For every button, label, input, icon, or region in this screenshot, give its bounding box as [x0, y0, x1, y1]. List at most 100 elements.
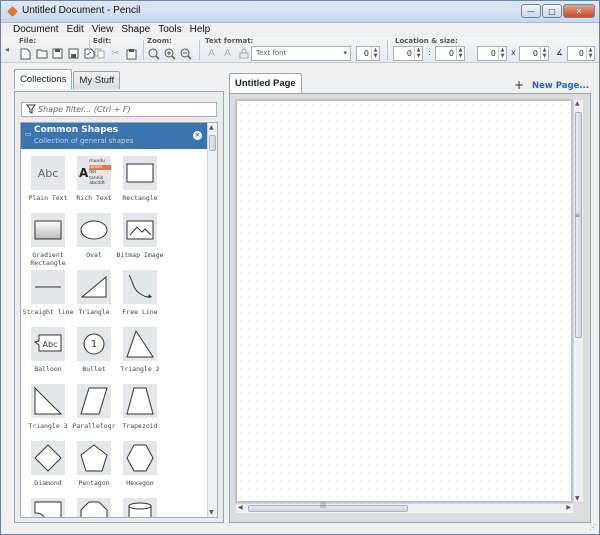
- octagon-icon: [77, 498, 111, 517]
- scroll-up-icon[interactable]: ▲: [209, 124, 214, 131]
- rich-text-icon: A mundu lorem del tannis abcddt: [77, 156, 111, 190]
- trapezoid-icon: [123, 384, 157, 418]
- spinner-arrows-icon[interactable]: ▲ ▼: [414, 47, 422, 60]
- straight-line-icon: [31, 270, 65, 304]
- collapse-icon[interactable]: ▭: [25, 130, 32, 138]
- filter-icon: [26, 104, 36, 119]
- height-spinner[interactable]: 0 ▲ ▼: [519, 46, 549, 61]
- toolbar-separator: [199, 40, 200, 60]
- shape-item[interactable]: Hexagon: [117, 438, 163, 494]
- tab-untitled-page[interactable]: Untitled Page: [229, 73, 302, 93]
- cylinder-icon: [123, 498, 157, 517]
- cut-icon[interactable]: ✂: [109, 47, 122, 60]
- menu-shape[interactable]: Shape: [117, 23, 154, 37]
- menu-view[interactable]: View: [88, 23, 118, 37]
- shape-item[interactable]: A mundu lorem del tannis abcddt Rich Tex…: [71, 153, 117, 209]
- free-line-icon: [123, 270, 157, 304]
- rectangle-icon: [123, 156, 157, 190]
- shape-item[interactable]: [71, 495, 117, 517]
- save-as-icon[interactable]: [67, 47, 80, 60]
- scroll-left-icon[interactable]: ◀: [238, 504, 243, 511]
- shape-item[interactable]: Gradient Rectangle: [25, 210, 71, 267]
- paste-icon[interactable]: [125, 47, 138, 60]
- shape-item[interactable]: [117, 495, 163, 517]
- scrollbar-thumb[interactable]: [248, 505, 408, 512]
- menu-document[interactable]: Document: [9, 23, 63, 37]
- font-size-spinner[interactable]: 0 ▲ ▼: [356, 46, 380, 61]
- tab-my-stuff[interactable]: My Stuff: [73, 71, 121, 89]
- maximize-button[interactable]: □: [542, 4, 562, 18]
- triangle-icon: [77, 270, 111, 304]
- x-position-spinner[interactable]: 0 ▲ ▼: [393, 46, 423, 61]
- plus-icon: +: [513, 78, 525, 92]
- text-lock-icon[interactable]: [237, 47, 250, 60]
- zoom-out-icon[interactable]: [179, 47, 192, 60]
- shape-item[interactable]: Bitmap Image: [117, 210, 163, 266]
- spinner-arrows-icon[interactable]: ▲ ▼: [540, 47, 548, 60]
- shape-item[interactable]: Pentagon: [71, 438, 117, 494]
- shape-list-scrollbar[interactable]: ▲ ▼: [207, 123, 217, 517]
- shape-item[interactable]: Oval: [71, 210, 117, 266]
- spinner-arrows-icon[interactable]: ▲ ▼: [586, 47, 594, 60]
- scroll-down-icon[interactable]: ▼: [575, 495, 580, 502]
- save-icon[interactable]: [51, 47, 64, 60]
- shape-item[interactable]: Abc Balloon: [25, 324, 71, 380]
- font-family-select[interactable]: Text font ▾: [251, 46, 351, 61]
- zoom-in-icon[interactable]: [163, 47, 176, 60]
- shape-item[interactable]: [25, 495, 71, 517]
- shape-item[interactable]: 1 Bullet: [71, 324, 117, 380]
- menu-help[interactable]: Help: [186, 23, 215, 37]
- page-panel: Untitled Page + New Page... ▲ ≡ ▼ ◀ ||| ▶: [229, 71, 591, 523]
- scrollbar-thumb[interactable]: [209, 135, 216, 151]
- shape-item[interactable]: Parallelogr: [71, 381, 117, 437]
- shape-filter-input[interactable]: Shape filter... (Ctrl + F): [21, 102, 217, 117]
- new-document-icon[interactable]: [19, 47, 32, 60]
- open-folder-icon[interactable]: [35, 47, 48, 60]
- close-button[interactable]: ✕: [563, 4, 595, 18]
- font-italic-icon[interactable]: A: [221, 47, 234, 60]
- font-color-icon[interactable]: A: [205, 47, 218, 60]
- scroll-right-icon[interactable]: ▶: [566, 504, 571, 511]
- rounded-corner-shape-icon: [31, 498, 65, 517]
- tab-collections[interactable]: Collections: [14, 69, 73, 89]
- zoom-fit-icon[interactable]: [147, 47, 160, 60]
- shape-item[interactable]: Free Line: [117, 267, 163, 323]
- spinner-arrows-icon[interactable]: ▲ ▼: [498, 47, 506, 60]
- shape-label: Free Line: [122, 308, 158, 316]
- drawing-canvas[interactable]: [236, 100, 572, 502]
- shape-item[interactable]: Trapezoid: [117, 381, 163, 437]
- angle-spinner[interactable]: 0 ▲ ▼: [567, 46, 595, 61]
- scrollbar-thumb[interactable]: [575, 112, 582, 338]
- scroll-up-icon[interactable]: ▲: [575, 100, 580, 107]
- copy-icon[interactable]: [93, 47, 106, 60]
- hexagon-icon: [123, 441, 157, 475]
- scroll-down-icon[interactable]: ▼: [209, 509, 214, 516]
- canvas-vertical-scrollbar[interactable]: ▲ ≡ ▼: [573, 100, 583, 502]
- x-value: 0: [406, 49, 412, 58]
- shape-item[interactable]: Abc Plain Text: [25, 153, 71, 209]
- shape-item[interactable]: Diamond: [25, 438, 71, 494]
- height-value: 0: [532, 49, 538, 58]
- gradient-rectangle-icon: [31, 213, 65, 247]
- spinner-arrows-icon[interactable]: ▲ ▼: [456, 47, 464, 60]
- resize-grip-icon[interactable]: ⋰: [589, 523, 597, 532]
- collection-close-icon[interactable]: ×: [193, 131, 202, 140]
- shape-item[interactable]: Straight line: [23, 267, 73, 323]
- menu-edit[interactable]: Edit: [63, 23, 88, 37]
- canvas-horizontal-scrollbar[interactable]: ◀ ||| ▶: [236, 502, 573, 513]
- y-position-spinner[interactable]: 0 ▲ ▼: [435, 46, 465, 61]
- spinner-arrows-icon[interactable]: ▲ ▼: [371, 47, 379, 60]
- shape-item[interactable]: Triangle: [71, 267, 117, 323]
- new-page-button[interactable]: + New Page...: [514, 78, 589, 92]
- collection-header[interactable]: ▭ Common Shapes Collection of general sh…: [21, 123, 207, 149]
- chevron-down-icon: ▾: [343, 49, 347, 57]
- text-format-label: Text format:: [205, 37, 254, 45]
- shape-item[interactable]: Triangle 2: [117, 324, 163, 380]
- width-spinner[interactable]: 0 ▲ ▼: [477, 46, 507, 61]
- toolbar-scroll-left-icon[interactable]: ◂: [5, 45, 9, 54]
- shape-item[interactable]: Rectangle: [117, 153, 163, 209]
- menu-tools[interactable]: Tools: [154, 23, 185, 37]
- shape-item[interactable]: Triangle 3: [25, 381, 71, 437]
- pentagon-icon: [77, 441, 111, 475]
- minimize-button[interactable]: —: [521, 4, 541, 18]
